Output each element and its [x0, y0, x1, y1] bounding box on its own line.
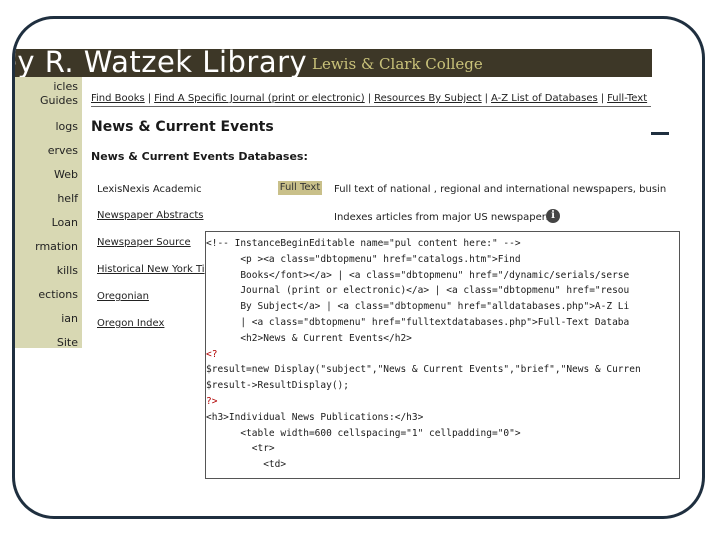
- sidebar-item-shelf[interactable]: helf: [57, 192, 78, 205]
- full-text-badge: Full Text: [278, 181, 322, 195]
- db-lexisnexis-desc: Full text of national , regional and int…: [334, 184, 667, 195]
- code-line: $result=new Display("subject","News & Cu…: [206, 364, 641, 376]
- code-line: Books</font></a> | <a class="dbtopmenu" …: [206, 269, 630, 281]
- sidebar-item-collections[interactable]: ections: [38, 288, 78, 301]
- sidebar-item-site[interactable]: Site: [57, 336, 78, 349]
- nav-separator: |: [367, 93, 372, 104]
- college-name: Lewis & Clark College: [312, 55, 483, 73]
- info-icon[interactable]: i: [546, 209, 560, 223]
- top-nav: Find Books | Find A Specific Journal (prin…: [91, 93, 651, 107]
- sidebar-item-skills[interactable]: kills: [57, 264, 78, 277]
- code-line: <h2>News & Current Events</h2>: [206, 332, 412, 344]
- sidebar-item-information[interactable]: rmation: [35, 240, 78, 253]
- sidebar-item-librarian[interactable]: ian: [61, 312, 78, 325]
- code-line: <tr>: [206, 443, 275, 455]
- code-line: <!-- InstanceBeginEditable name="pul con…: [206, 238, 521, 249]
- nav-full-text[interactable]: Full-Text: [607, 93, 647, 104]
- sidebar-item-guides[interactable]: Guides: [40, 94, 78, 107]
- code-line: <td>: [206, 459, 287, 471]
- db-newspaper-source[interactable]: Newspaper Source: [97, 237, 191, 248]
- code-line: <p ><a class="dbtopmenu" href="catalogs.…: [206, 253, 521, 265]
- code-line: Journal (print or electronic)</a> | <a c…: [206, 285, 630, 297]
- code-line: By Subject</a> | <a class="dbtopmenu" hr…: [206, 301, 630, 313]
- library-title: ey R. Watzek Library: [15, 49, 308, 77]
- db-lexisnexis[interactable]: LexisNexis Academic: [97, 184, 202, 195]
- sidebar-item-articles[interactable]: icles: [53, 80, 78, 93]
- sidebar-item-loan[interactable]: Loan: [52, 216, 78, 229]
- db-oregonian[interactable]: Oregonian: [97, 291, 149, 302]
- sidebar: icles Guides logs erves Web helf Loan rm…: [15, 77, 82, 349]
- sidebar-item-web[interactable]: Web: [54, 168, 78, 181]
- nav-separator: |: [147, 93, 152, 104]
- section-title: News & Current Events Databases:: [91, 150, 308, 163]
- db-historical-nyt[interactable]: Historical New York Ti: [97, 264, 205, 275]
- slide-frame: ey R. Watzek Library Lewis & Clark Colle…: [12, 16, 705, 519]
- nav-find-journal[interactable]: Find A Specific Journal (print or electr…: [154, 93, 365, 104]
- nav-separator: |: [600, 93, 605, 104]
- code-line: <table width=600 cellspacing="1" cellpad…: [206, 427, 521, 439]
- sidebar-item-reserves[interactable]: erves: [48, 144, 78, 157]
- nav-az-databases[interactable]: A-Z List of Databases: [491, 93, 598, 104]
- nav-separator: |: [484, 93, 489, 104]
- slide-dash-mark: [651, 132, 669, 135]
- sidebar-item-catalogs[interactable]: logs: [56, 120, 79, 133]
- code-line: $result->ResultDisplay();: [206, 380, 349, 392]
- db-newspaper-abstracts[interactable]: Newspaper Abstracts: [97, 210, 203, 221]
- library-banner: ey R. Watzek Library Lewis & Clark Colle…: [15, 49, 652, 77]
- nav-find-books[interactable]: Find Books: [91, 93, 145, 104]
- code-line: <h3>Individual News Publications:</h3>: [206, 411, 424, 423]
- code-line: <?: [206, 348, 218, 360]
- db-newspaper-abstracts-desc: Indexes articles from major US newspaper…: [334, 212, 555, 223]
- code-listing: <!-- InstanceBeginEditable name="pul con…: [205, 231, 680, 479]
- page-title: News & Current Events: [91, 119, 274, 135]
- code-line: | <a class="dbtopmenu" href="fulltextdat…: [206, 316, 630, 328]
- nav-resources-by-subject[interactable]: Resources By Subject: [374, 93, 482, 104]
- code-line: ?>: [206, 395, 218, 407]
- db-oregon-index[interactable]: Oregon Index: [97, 318, 164, 329]
